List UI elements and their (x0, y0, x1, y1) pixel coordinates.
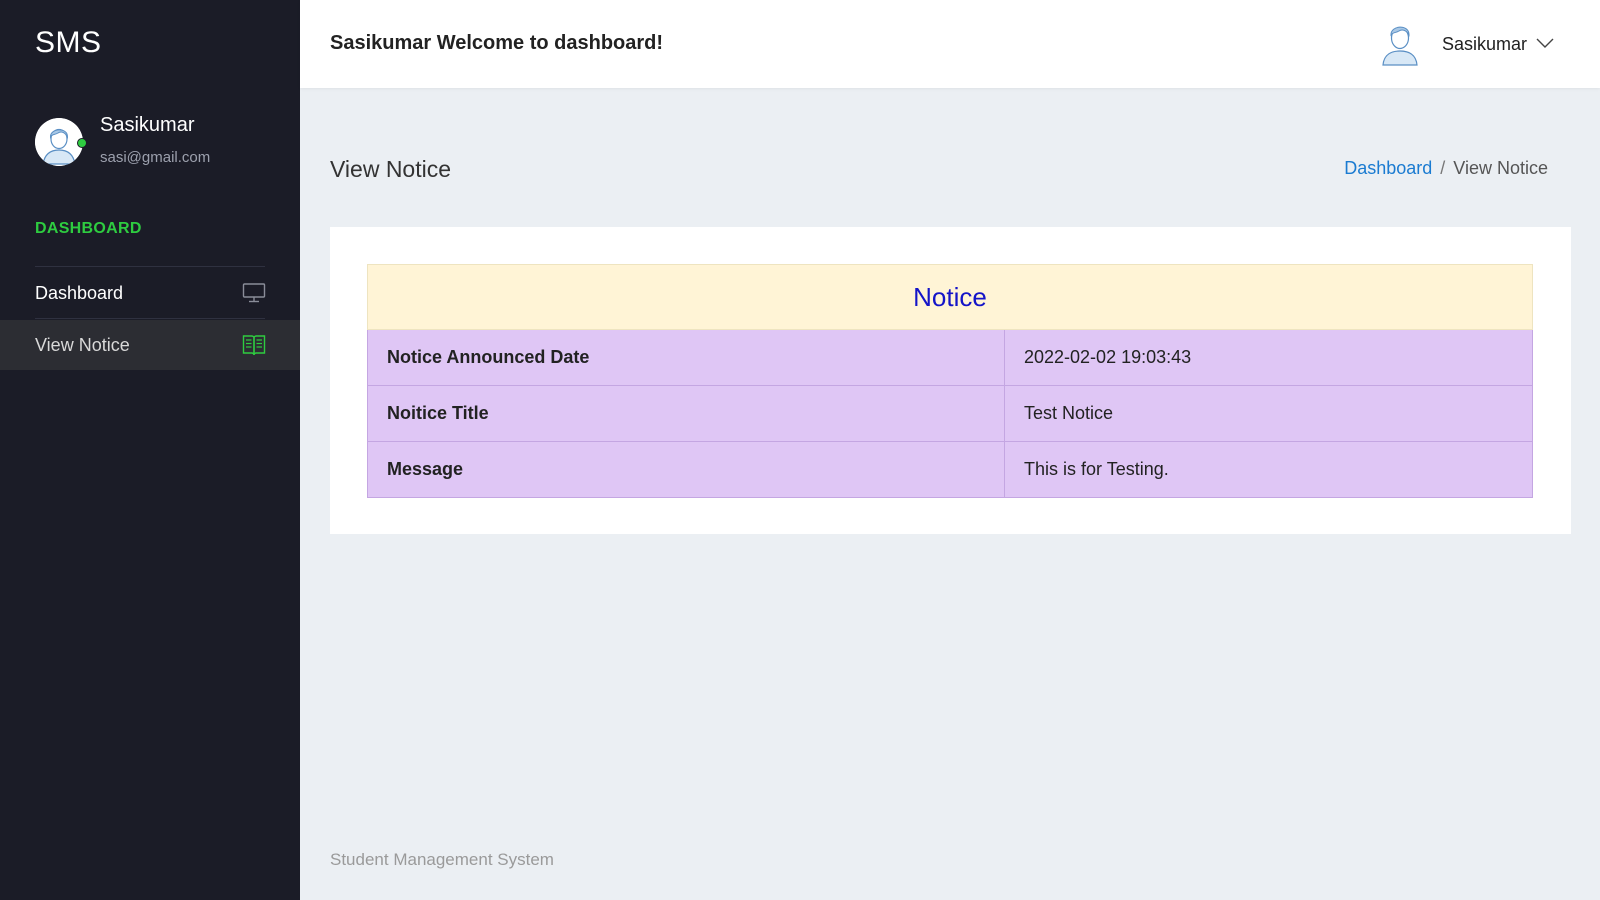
page-title: View Notice (330, 156, 452, 182)
sidebar: SMS Sasikumar sasi@gmail.com DASHBOARD D… (0, 0, 300, 900)
notice-message-label: Message (367, 441, 1005, 498)
profile-email: sasi@gmail.com (100, 149, 211, 166)
user-name[interactable]: Sasikumar (1442, 34, 1527, 55)
notice-table: Notice Notice Announced Date 2022-02-02 … (367, 264, 1533, 498)
sidebar-divider (35, 318, 265, 319)
notice-date-value: 2022-02-02 19:03:43 (1004, 329, 1533, 386)
chevron-down-icon[interactable] (1536, 36, 1554, 48)
breadcrumb-current: View Notice (1453, 158, 1548, 178)
sidebar-section-title: DASHBOARD (35, 220, 142, 237)
table-row: Noitice Title Test Notice (367, 385, 1533, 442)
notice-date-label: Notice Announced Date (367, 329, 1005, 386)
profile-name: Sasikumar (100, 114, 195, 136)
sidebar-item-label: Dashboard (35, 283, 124, 303)
notice-title-value: Test Notice (1004, 385, 1533, 442)
breadcrumb: Dashboard / View Notice (1344, 158, 1548, 179)
brand-logo[interactable]: SMS (35, 26, 102, 60)
notice-title-label: Noitice Title (367, 385, 1005, 442)
online-status-dot (77, 138, 87, 148)
sidebar-profile: Sasikumar sasi@gmail.com (35, 114, 275, 174)
table-row: Notice Announced Date 2022-02-02 19:03:4… (367, 329, 1533, 386)
sidebar-item-label: View Notice (35, 335, 130, 355)
user-avatar-icon[interactable] (1380, 20, 1420, 66)
welcome-message: Sasikumar Welcome to dashboard! (330, 32, 664, 54)
notice-card: Notice Notice Announced Date 2022-02-02 … (330, 227, 1571, 534)
notice-message-value: This is for Testing. (1004, 441, 1533, 498)
breadcrumb-dashboard-link[interactable]: Dashboard (1344, 158, 1432, 178)
breadcrumb-separator: / (1440, 158, 1446, 178)
sidebar-item-view-notice[interactable]: View Notice (0, 320, 300, 370)
avatar (35, 118, 83, 166)
book-icon (242, 334, 266, 356)
user-menu-dropdown[interactable]: Sasikumar (1380, 18, 1560, 68)
notice-heading: Notice (367, 264, 1533, 330)
sidebar-divider (35, 266, 265, 267)
table-row: Message This is for Testing. (367, 441, 1533, 498)
footer-text: Student Management System (330, 850, 554, 869)
user-avatar-icon (35, 118, 83, 166)
monitor-icon (242, 282, 266, 304)
sidebar-item-dashboard[interactable]: Dashboard (0, 268, 300, 318)
top-header: Sasikumar Welcome to dashboard! Sasikuma… (300, 0, 1600, 88)
